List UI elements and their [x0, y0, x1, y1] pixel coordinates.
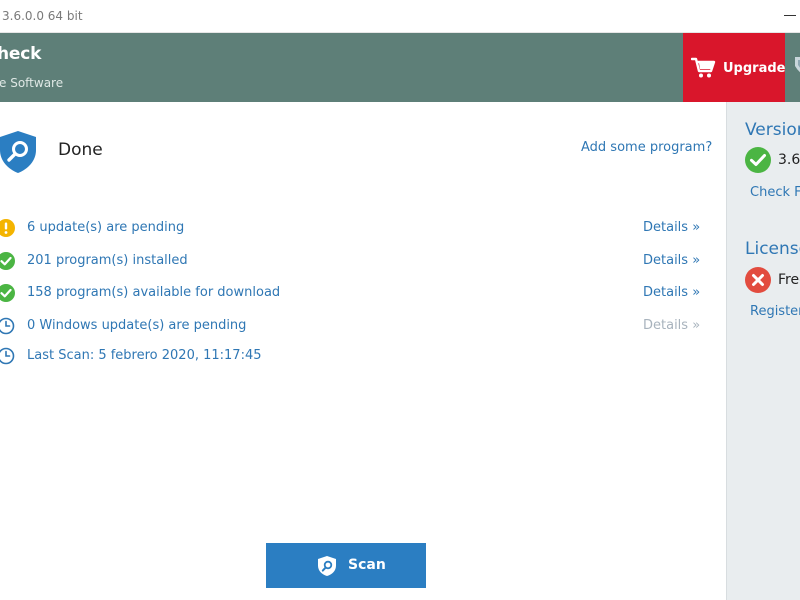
check-icon: [0, 252, 15, 270]
version-heading: Version: [745, 120, 800, 140]
last-scan-text: Last Scan: 5 febrero 2020, 11:17:45: [27, 348, 262, 363]
status-text: 158 program(s) available for download: [27, 285, 281, 300]
details-link[interactable]: Details »: [643, 285, 700, 300]
scan-button[interactable]: Scan: [266, 543, 426, 588]
scan-label: Scan: [348, 557, 386, 573]
minimize-button[interactable]: [784, 15, 796, 16]
check-icon: [0, 284, 15, 302]
status-row-updates: 6 update(s) are pending Details »: [0, 219, 726, 239]
details-link[interactable]: Details »: [643, 253, 700, 268]
check-icon: [745, 147, 771, 173]
clock-icon: [0, 317, 15, 335]
cart-icon: [690, 57, 717, 83]
upgrade-button[interactable]: Upgrade: [683, 33, 785, 102]
close-icon: [745, 267, 771, 293]
main-panel: Done Add some program? 6 update(s) are p…: [0, 102, 726, 600]
status-title: Done: [58, 140, 103, 160]
title-bar: 3.6.0.0 64 bit: [0, 0, 800, 33]
app-subtitle: e Software: [0, 76, 64, 90]
app-name: heck: [0, 44, 42, 64]
license-heading: License: [745, 239, 800, 259]
status-row-installed: 201 program(s) installed Details »: [0, 252, 726, 272]
register-link[interactable]: Register: [750, 304, 800, 319]
status-row-windows-updates: 0 Windows update(s) are pending Details …: [0, 317, 726, 337]
add-program-link[interactable]: Add some program?: [581, 140, 712, 155]
shield-search-icon: [316, 555, 338, 581]
status-row-last-scan: Last Scan: 5 febrero 2020, 11:17:45: [0, 347, 726, 367]
version-value: 3.6.: [778, 152, 800, 168]
right-panel: Version 3.6. Check Fo License Free Regis…: [726, 102, 800, 600]
warning-icon: [0, 219, 15, 237]
status-text: 6 update(s) are pending: [27, 220, 185, 235]
shield-icon[interactable]: [793, 56, 800, 82]
status-text: 0 Windows update(s) are pending: [27, 318, 247, 333]
shield-search-icon: [0, 130, 38, 178]
status-row-available: 158 program(s) available for download De…: [0, 284, 726, 304]
clock-icon: [0, 347, 15, 365]
window-title: 3.6.0.0 64 bit: [2, 9, 83, 23]
app-header: heck e Software Upgrade: [0, 33, 800, 102]
status-text: 201 program(s) installed: [27, 253, 188, 268]
upgrade-label: Upgrade: [723, 61, 786, 76]
license-value: Free: [778, 272, 800, 288]
details-link[interactable]: Details »: [643, 220, 700, 235]
check-for-updates-link[interactable]: Check Fo: [750, 185, 800, 200]
details-link: Details »: [643, 318, 701, 333]
